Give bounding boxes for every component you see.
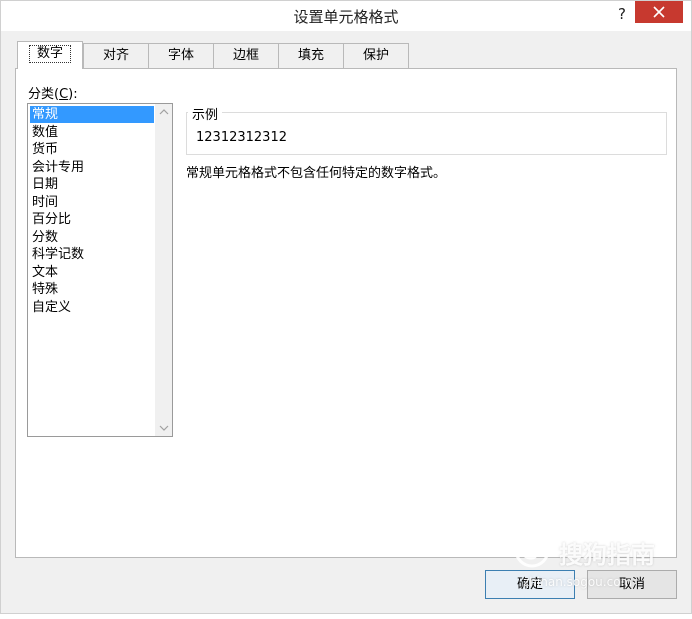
category-scrollbar[interactable]	[155, 104, 172, 436]
category-item-fraction[interactable]: 分数	[30, 229, 154, 246]
tab-border[interactable]: 边框	[213, 43, 279, 68]
sample-value: 12312312312	[196, 130, 287, 145]
number-tab-panel: 分类(C): 常规 数值 货币 会计专用 日期 时间 百分比 分数 科学记数 文…	[15, 68, 677, 558]
sample-label: 示例	[188, 104, 223, 123]
close-button[interactable]	[635, 1, 683, 23]
category-item-date[interactable]: 日期	[30, 176, 154, 193]
tab-strip: 数字 对齐 字体 边框 填充 保护	[15, 41, 415, 69]
category-item-currency[interactable]: 货币	[30, 141, 154, 158]
scroll-down-button[interactable]	[155, 419, 172, 436]
title-bar: 设置单元格格式 ?	[1, 1, 691, 31]
category-item-time[interactable]: 时间	[30, 194, 154, 211]
help-button[interactable]: ?	[613, 3, 631, 25]
scroll-up-button[interactable]	[155, 104, 172, 121]
category-item-accounting[interactable]: 会计专用	[30, 159, 154, 176]
ok-button[interactable]: 确定	[485, 570, 575, 599]
tab-number-label: 数字	[28, 45, 71, 63]
category-item-custom[interactable]: 自定义	[30, 299, 154, 316]
category-listbox[interactable]: 常规 数值 货币 会计专用 日期 时间 百分比 分数 科学记数 文本 特殊 自定…	[27, 103, 173, 437]
format-cells-dialog: 设置单元格格式 ? 数字 对齐 字体 边框 填充 保护 分类(C): 常规 数值…	[0, 0, 692, 614]
category-item-text[interactable]: 文本	[30, 264, 154, 281]
category-item-percentage[interactable]: 百分比	[30, 211, 154, 228]
tab-protection[interactable]: 保护	[343, 43, 409, 68]
category-item-number[interactable]: 数值	[30, 124, 154, 141]
category-item-special[interactable]: 特殊	[30, 281, 154, 298]
tab-number[interactable]: 数字	[17, 41, 83, 69]
format-description: 常规单元格格式不包含任何特定的数字格式。	[186, 166, 447, 181]
close-icon	[653, 6, 665, 18]
tab-font[interactable]: 字体	[148, 43, 214, 68]
dialog-title: 设置单元格格式	[293, 8, 399, 26]
tab-fill[interactable]: 填充	[278, 43, 344, 68]
tab-alignment[interactable]: 对齐	[83, 43, 149, 68]
category-item-scientific[interactable]: 科学记数	[30, 246, 154, 263]
category-item-general[interactable]: 常规	[30, 106, 154, 123]
category-label: 分类(C):	[28, 87, 78, 102]
cancel-button[interactable]: 取消	[587, 570, 677, 599]
chevron-up-icon	[159, 109, 168, 115]
chevron-down-icon	[159, 425, 168, 431]
